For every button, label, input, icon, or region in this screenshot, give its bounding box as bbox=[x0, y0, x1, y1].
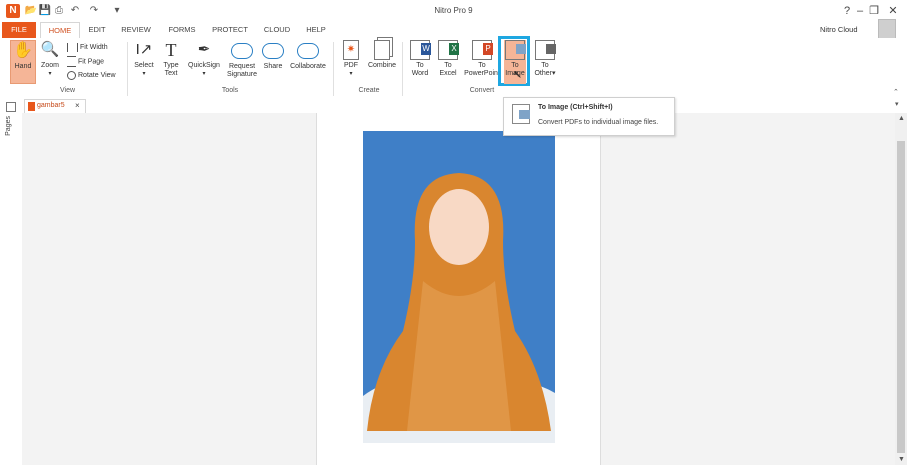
pdf-page[interactable] bbox=[316, 113, 601, 465]
group-label-view: View bbox=[59, 87, 76, 94]
to-other-button[interactable]: To Other▾ bbox=[532, 40, 558, 78]
tooltip-description: Convert PDFs to individual image files. bbox=[538, 119, 659, 126]
tab-forms[interactable]: FORMS bbox=[163, 22, 201, 38]
share-cloud-icon bbox=[262, 43, 284, 59]
mouse-cursor-icon: ↖ bbox=[513, 69, 523, 81]
collaborate-cloud-icon bbox=[297, 43, 319, 59]
tab-protect[interactable]: PROTECT bbox=[207, 22, 253, 38]
to-powerpoint-button[interactable]: P To PowerPoint bbox=[462, 40, 502, 78]
select-button[interactable]: I↗ Select ▾ bbox=[132, 40, 156, 78]
title-bar: N 📂 💾 ⎙ ↶ ↷ ▾ Nitro Pro 9 ? – ❐ ✕ bbox=[0, 0, 907, 22]
tooltip-title: To Image (Ctrl+Shift+I) bbox=[538, 104, 613, 111]
tab-edit[interactable]: EDIT bbox=[82, 22, 112, 38]
image-icon bbox=[505, 40, 526, 60]
group-divider bbox=[333, 42, 334, 96]
hand-button[interactable]: ✋ Hand bbox=[10, 40, 36, 84]
quicksign-button[interactable]: ✒ QuickSign ▾ bbox=[186, 40, 222, 78]
fit-width-button[interactable]: Fit Width bbox=[67, 42, 108, 54]
fit-width-icon bbox=[67, 42, 78, 52]
signature-cloud-icon bbox=[231, 43, 253, 59]
excel-icon: X bbox=[438, 40, 459, 60]
tab-review[interactable]: REVIEW bbox=[116, 22, 156, 38]
scroll-down-icon[interactable]: ▼ bbox=[898, 456, 905, 463]
share-button[interactable]: Share bbox=[262, 40, 284, 71]
to-word-button[interactable]: W To Word bbox=[408, 40, 432, 78]
restore-button[interactable]: ❐ bbox=[865, 3, 883, 19]
fit-page-icon bbox=[67, 56, 76, 67]
window-title: Nitro Pro 9 bbox=[434, 6, 473, 15]
group-label-create: Create bbox=[358, 87, 380, 94]
rotate-icon bbox=[67, 70, 76, 80]
vertical-scrollbar[interactable]: ▲ ▼ bbox=[895, 113, 907, 465]
pdf-document-icon: ✷ bbox=[343, 40, 359, 60]
zoom-button[interactable]: 🔍 Zoom ▾ bbox=[38, 40, 62, 84]
document-tabs: gambar5 × ▾ bbox=[22, 98, 907, 114]
close-tab-icon[interactable]: × bbox=[75, 101, 80, 110]
type-text-button[interactable]: T Type Text bbox=[160, 40, 182, 78]
close-button[interactable]: ✕ bbox=[884, 3, 902, 19]
hand-label: Hand bbox=[14, 63, 32, 70]
account-name[interactable]: Nitro Cloud bbox=[820, 25, 858, 34]
combine-button[interactable]: Combine bbox=[366, 40, 398, 70]
word-icon: W bbox=[410, 40, 431, 60]
tab-list-dropdown-icon[interactable]: ▾ bbox=[895, 100, 899, 108]
pdf-button[interactable]: ✷ PDF ▾ bbox=[340, 40, 362, 78]
tab-cloud[interactable]: CLOUD bbox=[258, 22, 296, 38]
document-tab[interactable]: gambar5 × bbox=[24, 99, 86, 114]
group-label-tools: Tools bbox=[221, 87, 239, 94]
tab-file[interactable]: FILE bbox=[2, 22, 36, 38]
type-text-icon: T bbox=[165, 40, 177, 60]
left-panel: Pages bbox=[0, 98, 23, 465]
combine-icon bbox=[374, 40, 390, 60]
document-tab-name: gambar5 bbox=[37, 102, 65, 109]
request-signature-button[interactable]: Request Signature bbox=[225, 40, 259, 79]
passport-photo bbox=[363, 131, 555, 443]
group-divider bbox=[127, 42, 128, 96]
pen-icon: ✒ bbox=[197, 41, 211, 58]
tooltip-image-icon bbox=[512, 104, 530, 124]
fit-page-button[interactable]: Fit Page bbox=[67, 56, 104, 68]
zoom-icon: 🔍 bbox=[40, 41, 60, 58]
to-excel-button[interactable]: X To Excel bbox=[436, 40, 460, 78]
pdf-file-icon bbox=[28, 102, 35, 111]
ribbon-tab-row: FILE HOME EDIT REVIEW FORMS PROTECT CLOU… bbox=[0, 19, 907, 40]
avatar[interactable] bbox=[878, 19, 896, 39]
panel-toggle-icon[interactable] bbox=[6, 102, 16, 112]
rotate-view-button[interactable]: Rotate View bbox=[67, 70, 116, 82]
tab-help[interactable]: HELP bbox=[300, 22, 332, 38]
collapse-ribbon-icon[interactable]: ⌃ bbox=[893, 88, 899, 96]
tooltip: To Image (Ctrl+Shift+I) Convert PDFs to … bbox=[503, 97, 675, 136]
group-divider bbox=[402, 42, 403, 96]
collaborate-button[interactable]: Collaborate bbox=[288, 40, 328, 71]
hand-icon: ✋ bbox=[13, 42, 33, 59]
select-cursor-icon: I↗ bbox=[135, 41, 153, 58]
ribbon: ✋ Hand 🔍 Zoom ▾ Fit Width Fit Page Rotat… bbox=[0, 36, 907, 99]
scroll-up-icon[interactable]: ▲ bbox=[898, 115, 905, 122]
pages-panel-tab[interactable]: Pages bbox=[5, 116, 12, 136]
powerpoint-icon: P bbox=[472, 40, 493, 60]
group-label-convert: Convert bbox=[469, 87, 495, 94]
other-format-icon bbox=[535, 40, 556, 60]
scrollbar-thumb[interactable] bbox=[897, 141, 905, 453]
zoom-label: Zoom bbox=[41, 62, 59, 69]
